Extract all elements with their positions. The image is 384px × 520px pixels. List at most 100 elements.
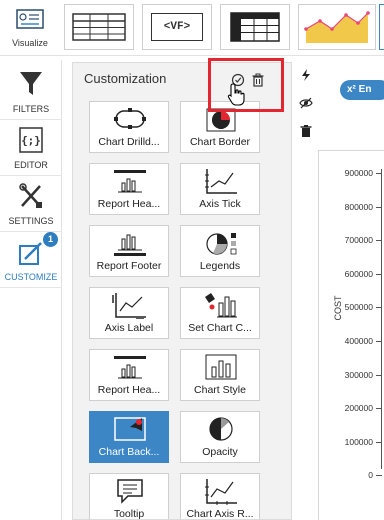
tile-report-header-2[interactable]: Report Hea... [89, 349, 169, 401]
y-tick-label: 100000 [344, 436, 373, 447]
tile-label: Set Chart C... [188, 322, 252, 334]
chart-drilldown-icon [114, 108, 146, 129]
y-tick-label: 500000 [344, 302, 373, 313]
y-tick-mark [376, 206, 382, 208]
tooltip-icon [117, 479, 143, 504]
y-tick-mark [376, 341, 382, 342]
axis-label-icon [112, 293, 146, 319]
svg-text:{;}: {;} [21, 134, 41, 147]
highlight-box [208, 58, 284, 112]
sidebar-item-editor[interactable]: {;} EDITOR [0, 120, 62, 176]
tile-set-chart-color[interactable]: Set Chart C... [180, 287, 260, 339]
y-tick-mark [376, 307, 382, 309]
tile-label: Legends [199, 260, 241, 272]
lightning-icon[interactable] [299, 68, 313, 82]
tile-label: Axis Tick [199, 198, 241, 210]
sidebar-item-label: SETTINGS [8, 216, 54, 226]
chart-area: COST 900000 800000 700000 600000 500000 40000… [318, 150, 384, 520]
y-axis-line [381, 169, 382, 469]
tile-label: Chart Axis R... [186, 508, 254, 520]
y-tick-label: 600000 [344, 268, 373, 279]
pivot-table-button[interactable] [220, 4, 290, 50]
tile-chart-axis-range[interactable]: Chart Axis R... [180, 473, 260, 520]
tile-label: Report Hea... [97, 198, 161, 210]
visualize-icon [16, 9, 44, 29]
tile-label: Tooltip [113, 508, 145, 520]
customize-count-badge: 1 [43, 232, 58, 247]
tile-label: Chart Style [194, 384, 246, 396]
chart-background-icon [114, 417, 146, 441]
tile-report-footer[interactable]: Report Footer [89, 225, 169, 277]
chart-axis-range-icon [205, 479, 237, 505]
sidebar-item-filters[interactable]: FILTERS [0, 64, 62, 120]
y-tick-label: 400000 [344, 336, 373, 346]
tile-label: Chart Drilld... [98, 136, 160, 148]
tile-opacity[interactable]: Opacity [180, 411, 260, 463]
area-chart-button[interactable] [298, 4, 376, 50]
toolbar-next-button[interactable] [379, 4, 384, 50]
code-braces-icon: {;} [19, 127, 43, 153]
wrench-screwdriver-icon [19, 183, 42, 208]
right-tool-column [292, 60, 320, 146]
y-tick-label: 800000 [344, 201, 373, 212]
trash-icon[interactable] [299, 124, 313, 138]
visualize-button[interactable]: Visualize [4, 4, 56, 50]
tile-chart-style[interactable]: Chart Style [180, 349, 260, 401]
panel-title: Customization [84, 71, 167, 86]
report-footer-icon [114, 234, 146, 256]
y-tick-label: 300000 [344, 369, 373, 380]
chart-style-icon [205, 354, 237, 380]
tile-legends[interactable]: Legends [180, 225, 260, 277]
y-tick-mark [376, 441, 382, 443]
vf-label: <VF> [163, 21, 191, 33]
sidebar-item-settings[interactable]: SETTINGS [0, 176, 62, 232]
report-header-icon [114, 170, 146, 193]
table-icon [72, 13, 126, 41]
y-tick-mark [376, 273, 382, 275]
y-tick-mark [376, 374, 382, 376]
y-axis-label: COST [333, 295, 343, 321]
tile-label: Chart Back... [98, 446, 160, 458]
y-tick-mark [376, 173, 382, 174]
y-tick-label: 700000 [344, 235, 373, 246]
visualize-label: Visualize [12, 38, 48, 48]
tile-label: Report Footer [96, 260, 162, 272]
app-window: Visualize <VF> FILTERS {;} EDITOR SETTIN… [0, 0, 384, 520]
top-toolbar: Visualize <VF> [0, 0, 384, 56]
y-tick-mark [376, 408, 382, 410]
legends-icon [206, 233, 237, 255]
set-chart-color-icon [205, 293, 237, 318]
tile-label: Report Hea... [97, 384, 161, 396]
customize-icon [19, 242, 42, 265]
y-tick-label: 0 [368, 470, 373, 481]
tile-chart-drilldown[interactable]: Chart Drilld... [89, 101, 169, 153]
hide-eye-icon[interactable] [299, 96, 313, 110]
expression-button[interactable]: x² En [340, 80, 384, 100]
report-header-icon [114, 356, 146, 379]
opacity-icon [209, 417, 233, 441]
tile-chart-background[interactable]: Chart Back... [89, 411, 169, 463]
tile-label: Chart Border [189, 136, 251, 148]
tile-tooltip[interactable]: Tooltip [89, 473, 169, 520]
tile-axis-tick[interactable]: Axis Tick [180, 163, 260, 215]
customization-panel: Customization Chart Drilld... Chart Bord… [72, 62, 292, 520]
left-sidebar: FILTERS {;} EDITOR SETTINGS 1 CUSTOMIZE [0, 60, 62, 520]
hand-cursor-icon [227, 83, 245, 106]
tile-report-header[interactable]: Report Hea... [89, 163, 169, 215]
pivot-table-icon [230, 12, 280, 42]
vf-icon: <VF> [151, 13, 203, 41]
sidebar-item-customize[interactable]: 1 CUSTOMIZE [0, 232, 62, 288]
sidebar-item-label: FILTERS [12, 104, 50, 114]
area-chart-icon [304, 11, 370, 43]
y-tick-label: 200000 [344, 403, 373, 414]
visual-formatter-button[interactable]: <VF> [142, 4, 212, 50]
table-view-button[interactable] [64, 4, 134, 50]
tile-label: Axis Label [104, 322, 154, 334]
tile-axis-label[interactable]: Axis Label [89, 287, 169, 339]
y-tick-mark [376, 240, 382, 242]
sidebar-item-label: CUSTOMIZE [4, 272, 58, 282]
tile-label: Opacity [202, 446, 238, 458]
funnel-icon [20, 72, 42, 95]
y-tick-label: 900000 [344, 168, 373, 178]
axis-tick-icon [205, 169, 237, 194]
